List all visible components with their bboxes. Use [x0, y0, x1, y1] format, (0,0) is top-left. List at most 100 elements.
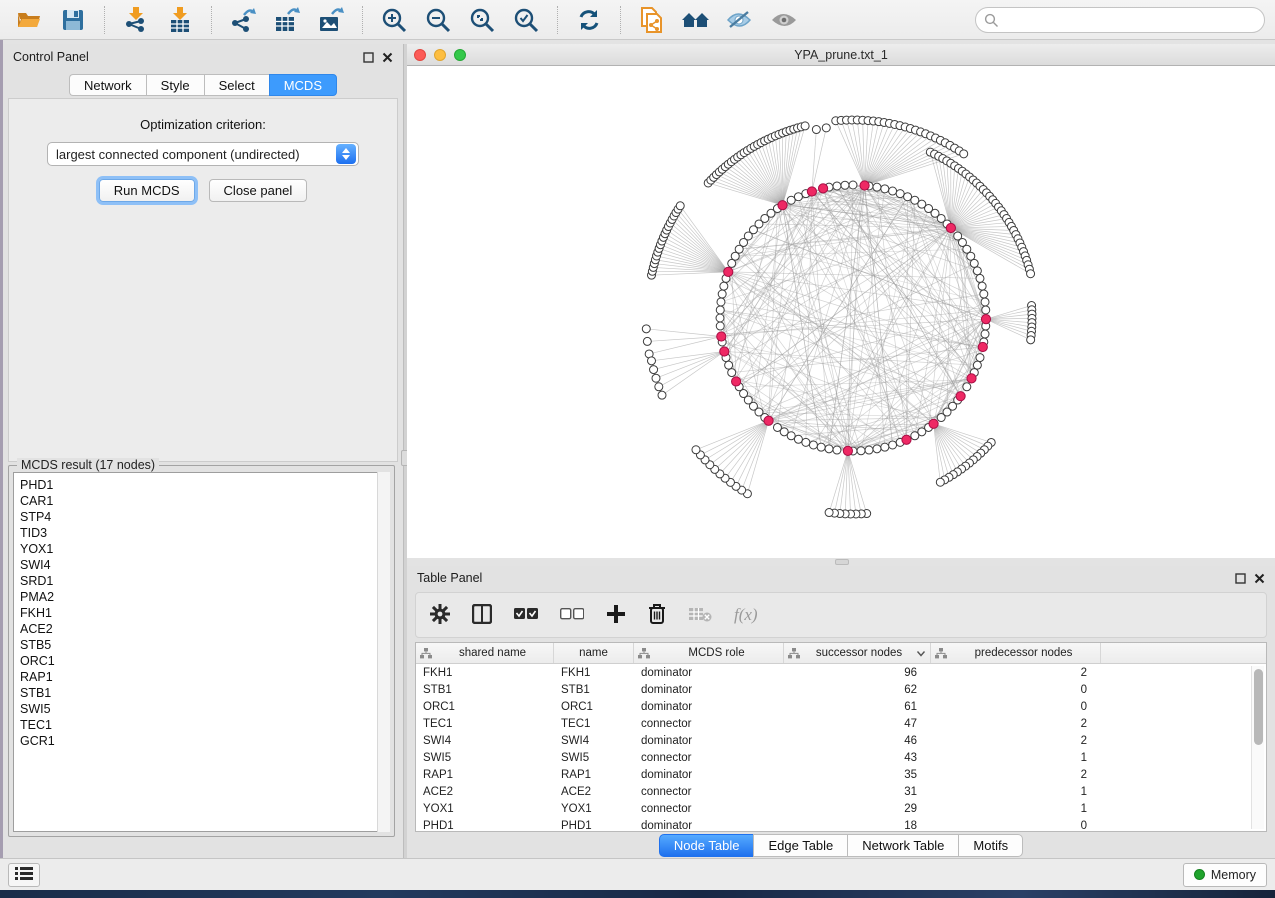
search-input[interactable]	[975, 7, 1265, 33]
mcds-list-scrollbar[interactable]	[377, 472, 390, 832]
table-cell[interactable]: 2	[931, 735, 1101, 747]
delete-table-icon[interactable]	[688, 606, 712, 625]
network-hub-node[interactable]	[778, 201, 787, 210]
scrollbar-thumb[interactable]	[1254, 669, 1263, 745]
network-node[interactable]	[849, 181, 857, 189]
show-all-button[interactable]	[765, 4, 803, 36]
column-header-shared-name[interactable]: shared name	[416, 643, 554, 663]
close-panel-icon[interactable]	[382, 52, 393, 63]
network-hub-node[interactable]	[860, 181, 869, 190]
network-node[interactable]	[873, 183, 881, 191]
network-hub-node[interactable]	[764, 416, 773, 425]
mcds-result-item[interactable]: SWI5	[20, 701, 389, 717]
network-node[interactable]	[650, 366, 658, 374]
network-node[interactable]	[973, 361, 981, 369]
network-node[interactable]	[812, 126, 820, 134]
network-hub-node[interactable]	[843, 446, 852, 455]
network-node[interactable]	[981, 330, 989, 338]
zoom-out-button[interactable]	[419, 4, 457, 36]
network-node[interactable]	[911, 432, 919, 440]
table-cell[interactable]: connector	[634, 718, 784, 730]
network-hub-node[interactable]	[956, 392, 965, 401]
network-node[interactable]	[1027, 270, 1035, 278]
clone-network-button[interactable]	[633, 4, 671, 36]
show-panels-button[interactable]	[8, 863, 40, 887]
table-cell[interactable]: connector	[634, 803, 784, 815]
export-table-button[interactable]	[268, 4, 306, 36]
table-cell[interactable]: 1	[931, 803, 1101, 815]
table-tab-edge-table[interactable]: Edge Table	[753, 834, 847, 857]
table-row[interactable]: YOX1YOX1connector291	[416, 800, 1266, 817]
optimization-select[interactable]: largest connected component (undirected)	[47, 142, 359, 166]
control-tab-network[interactable]: Network	[69, 74, 146, 96]
network-node[interactable]	[648, 357, 656, 365]
table-cell[interactable]: 2	[931, 667, 1101, 679]
table-cell[interactable]: 31	[784, 786, 931, 798]
network-canvas[interactable]	[407, 66, 1275, 558]
network-node[interactable]	[980, 290, 988, 298]
zoom-selected-button[interactable]	[507, 4, 545, 36]
deselect-all-icon[interactable]	[560, 607, 584, 624]
network-node[interactable]	[716, 322, 724, 330]
table-row[interactable]: ORC1ORC1dominator610	[416, 698, 1266, 715]
network-node[interactable]	[976, 274, 984, 282]
close-panel-button[interactable]: Close panel	[209, 179, 308, 202]
table-cell[interactable]: SWI5	[416, 752, 554, 764]
table-row[interactable]: FKH1FKH1dominator962	[416, 664, 1266, 681]
float-panel-icon[interactable]	[363, 52, 374, 63]
network-hub-node[interactable]	[720, 347, 729, 356]
table-cell[interactable]: YOX1	[554, 803, 634, 815]
network-node[interactable]	[970, 259, 978, 267]
network-node[interactable]	[652, 374, 660, 382]
control-tab-mcds[interactable]: MCDS	[269, 74, 337, 96]
network-hub-node[interactable]	[724, 267, 733, 276]
network-node[interactable]	[728, 369, 736, 377]
mcds-result-item[interactable]: RAP1	[20, 669, 389, 685]
network-node[interactable]	[881, 185, 889, 193]
mcds-result-item[interactable]: PHD1	[20, 477, 389, 493]
network-node[interactable]	[809, 441, 817, 449]
network-node[interactable]	[692, 446, 700, 454]
network-hub-node[interactable]	[717, 332, 726, 341]
table-cell[interactable]: 61	[784, 701, 931, 713]
table-cell[interactable]: 29	[784, 803, 931, 815]
table-cell[interactable]: dominator	[634, 820, 784, 832]
table-cell[interactable]: RAP1	[554, 769, 634, 781]
network-node[interactable]	[889, 441, 897, 449]
network-node[interactable]	[936, 478, 944, 486]
network-node[interactable]	[963, 383, 971, 391]
mcds-result-item[interactable]: SWI4	[20, 557, 389, 573]
run-mcds-button[interactable]: Run MCDS	[99, 179, 195, 202]
zoom-fit-button[interactable]	[463, 4, 501, 36]
table-cell[interactable]: dominator	[634, 735, 784, 747]
network-node[interactable]	[841, 181, 849, 189]
column-header-name[interactable]: name	[554, 643, 634, 663]
table-cell[interactable]: TEC1	[416, 718, 554, 730]
network-node[interactable]	[716, 306, 724, 314]
mcds-result-item[interactable]: FKH1	[20, 605, 389, 621]
open-session-button[interactable]	[10, 4, 48, 36]
table-row[interactable]: PHD1PHD1dominator180	[416, 817, 1266, 832]
table-cell[interactable]: 0	[931, 701, 1101, 713]
table-cell[interactable]: 46	[784, 735, 931, 747]
network-node[interactable]	[642, 325, 650, 333]
network-node[interactable]	[865, 446, 873, 454]
table-row[interactable]: SWI4SWI4dominator462	[416, 732, 1266, 749]
mcds-result-item[interactable]: STP4	[20, 509, 389, 525]
apply-layout-button[interactable]	[570, 4, 608, 36]
network-node[interactable]	[981, 298, 989, 306]
memory-button[interactable]: Memory	[1183, 863, 1267, 887]
table-cell[interactable]: 62	[784, 684, 931, 696]
column-header-successor-nodes[interactable]: successor nodes	[784, 643, 931, 663]
first-neighbors-button[interactable]	[677, 4, 715, 36]
table-cell[interactable]: ORC1	[554, 701, 634, 713]
table-cell[interactable]: 35	[784, 769, 931, 781]
mcds-result-item[interactable]: YOX1	[20, 541, 389, 557]
network-node[interactable]	[717, 298, 725, 306]
network-node[interactable]	[658, 391, 666, 399]
table-cell[interactable]: YOX1	[416, 803, 554, 815]
table-cell[interactable]: dominator	[634, 701, 784, 713]
network-node[interactable]	[725, 361, 733, 369]
mcds-result-item[interactable]: STB5	[20, 637, 389, 653]
table-cell[interactable]: 0	[931, 684, 1101, 696]
